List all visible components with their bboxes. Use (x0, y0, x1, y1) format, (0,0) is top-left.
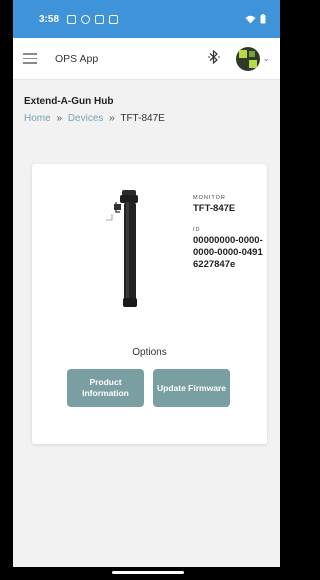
breadcrumb-separator: » (56, 113, 63, 124)
wifi-icon (245, 15, 256, 23)
options-label: Options (132, 347, 167, 358)
monitor-label: MONITOR (193, 195, 226, 201)
product-information-button[interactable]: Product Information (67, 369, 144, 407)
update-firmware-button[interactable]: Update Firmware (153, 369, 230, 407)
notification-icon (67, 14, 77, 24)
app-title: OPS App (55, 52, 99, 65)
sim-icon (95, 14, 105, 24)
hamburger-menu-icon[interactable] (23, 53, 37, 64)
breadcrumb-separator: » (109, 113, 115, 124)
home-gesture-bar[interactable] (112, 571, 184, 574)
system-nav-bar (13, 567, 280, 580)
breadcrumb: Home » Devices » TFT-847E (24, 113, 269, 124)
device-image (106, 190, 138, 307)
device-card: MONITOR TFT-847E ID 00000000-0000-0000-0… (32, 164, 267, 444)
device-info: MONITOR TFT-847E ID 00000000-0000-0000-0… (193, 195, 265, 271)
breadcrumb-current: TFT-847E (120, 113, 165, 124)
breadcrumb-home[interactable]: Home (24, 113, 51, 124)
id-value: 00000000-0000-0000-0000-04916227847e (193, 235, 263, 270)
battery-icon (260, 14, 266, 24)
app-icon (81, 14, 91, 24)
status-time: 3:58 (39, 13, 60, 25)
page-title: Extend-A-Gun Hub (24, 96, 114, 107)
phone-screen: 3:58 OPS App ⌄ Extend-A-Gun Hub Home » D… (13, 0, 280, 580)
page-header: Extend-A-Gun Hub Home » Devices » TFT-84… (13, 80, 280, 124)
breadcrumb-devices[interactable]: Devices (68, 113, 104, 124)
card-icon (109, 14, 119, 24)
status-right (245, 14, 266, 24)
monitor-value: TFT-847E (193, 203, 236, 214)
id-label: ID (193, 227, 201, 233)
account-menu[interactable]: ⌄ (236, 46, 270, 71)
avatar[interactable] (236, 46, 261, 71)
bluetooth-icon[interactable] (208, 49, 221, 67)
status-bar: 3:58 (13, 0, 280, 38)
app-bar: OPS App ⌄ (13, 38, 280, 80)
status-icons (67, 14, 119, 24)
chevron-down-icon: ⌄ (262, 53, 270, 63)
